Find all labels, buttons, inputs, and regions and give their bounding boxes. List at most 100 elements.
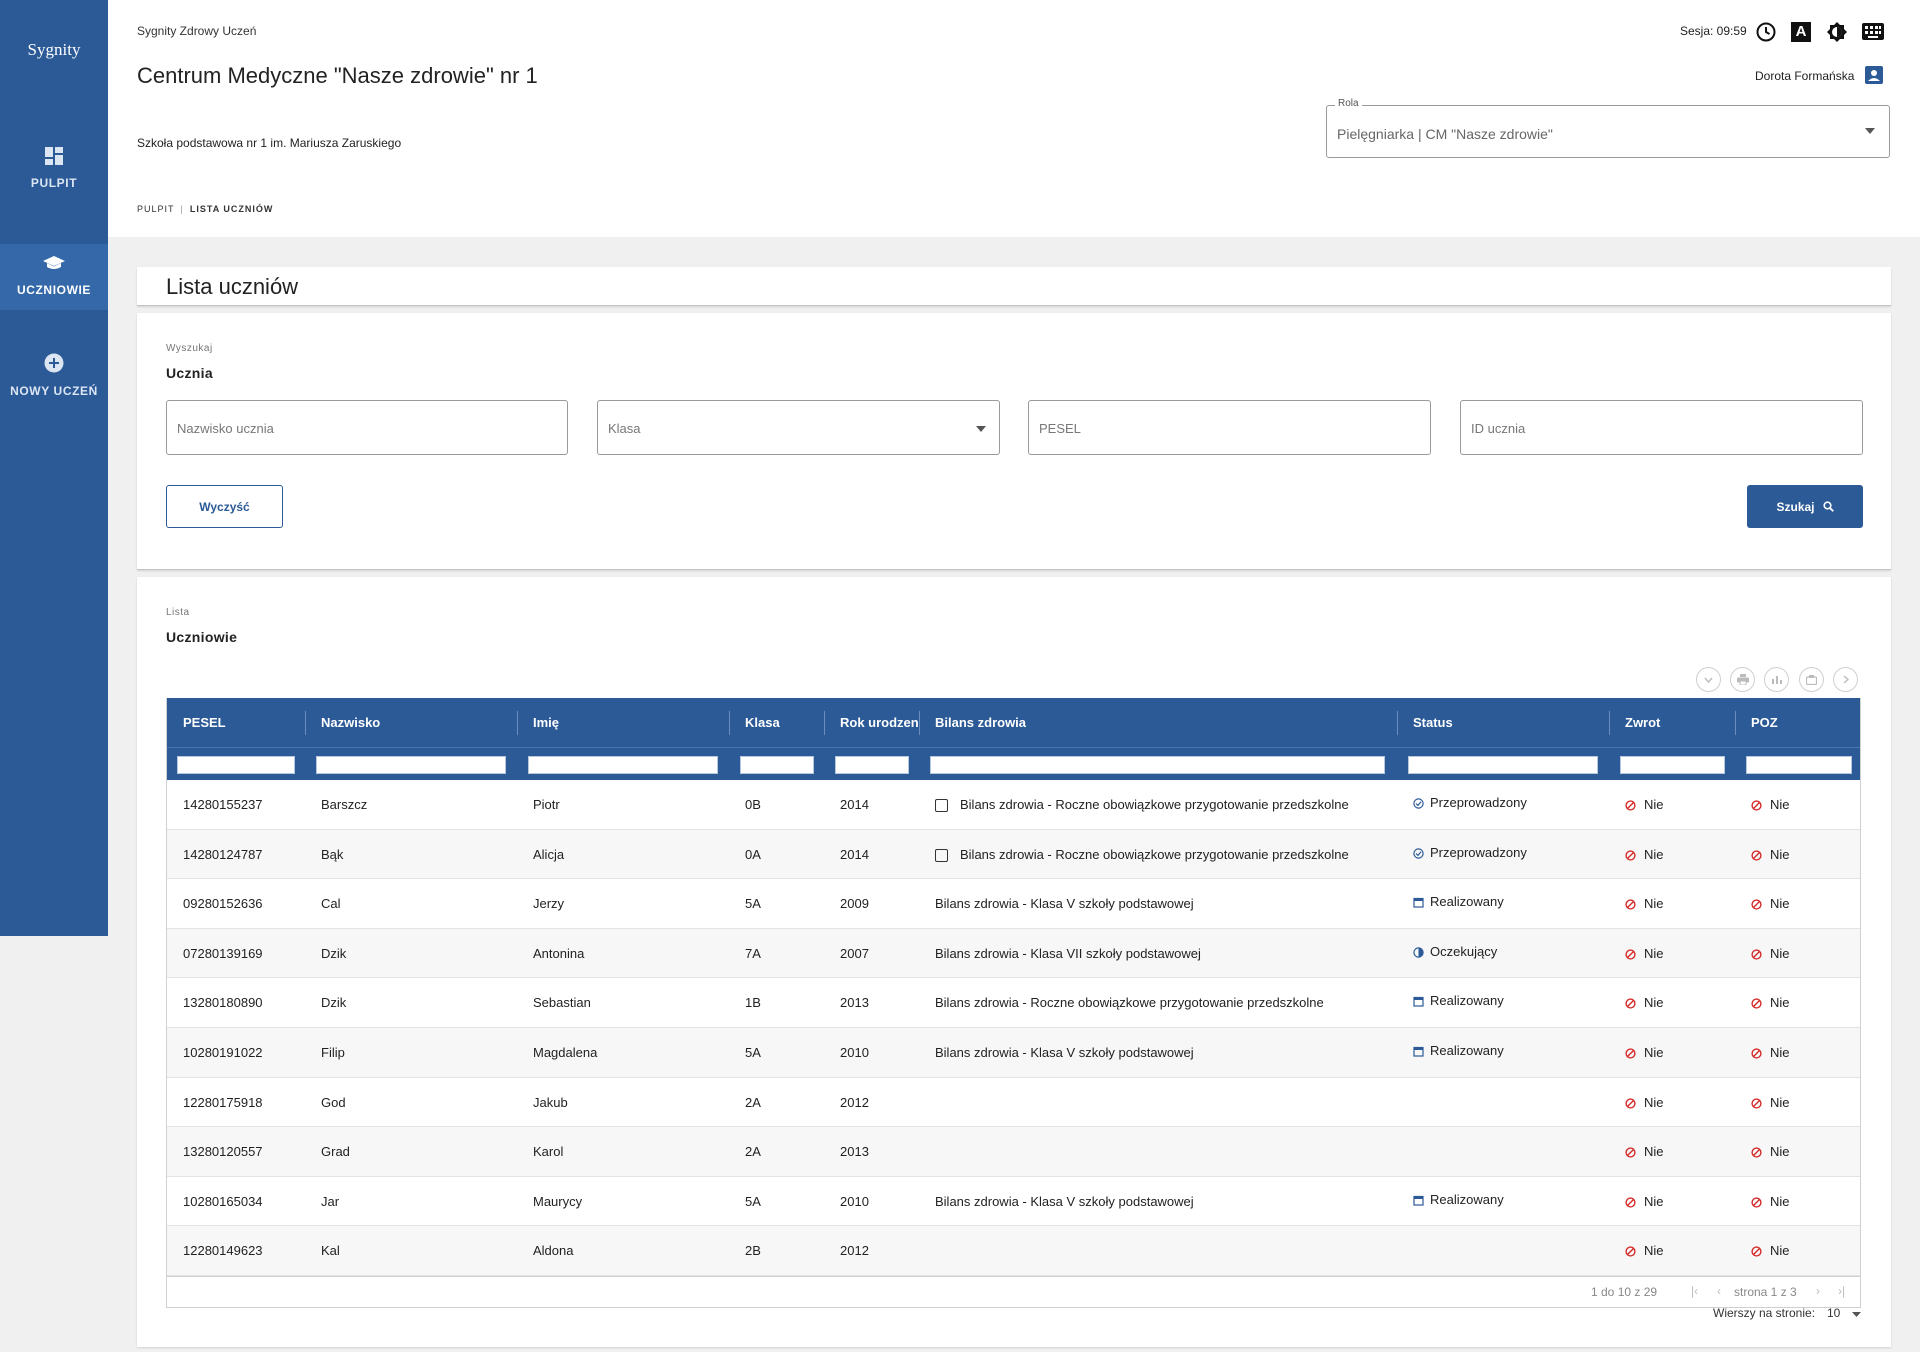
cell-zwrot-text: Nie [1644, 1044, 1664, 1060]
no-icon [1751, 949, 1762, 960]
column-select-icon[interactable] [1696, 667, 1721, 692]
contrast-icon[interactable] [1826, 21, 1848, 43]
cell-birth-year: 2012 [840, 1243, 869, 1259]
column-header-class[interactable]: Klasa [729, 698, 824, 747]
table-row[interactable]: 13280180890 Dzik Sebastian 1B 2013 Bilans zdr… [167, 978, 1860, 1028]
pesel-input[interactable]: PESEL [1028, 400, 1431, 455]
filter-input-surname[interactable] [316, 756, 506, 774]
search-icon [1822, 501, 1834, 512]
calendar-icon [1413, 898, 1424, 908]
sidebar-item-uczniowie[interactable]: UCZNIOWIE [0, 244, 108, 310]
user-account-icon[interactable] [1865, 66, 1883, 84]
filter-input-bilans[interactable] [930, 756, 1385, 774]
previous-page-icon[interactable]: ‹ [1717, 1284, 1721, 1298]
cell-bilans: Bilans zdrowia - Klasa V szkoły podstawo… [919, 1177, 1194, 1226]
cell-birth-year: 2014 [840, 846, 869, 862]
cell-surname: God [321, 1094, 346, 1110]
breadcrumb-item-current: LISTA UCZNIÓW [189, 204, 274, 214]
print-icon[interactable] [1730, 667, 1755, 692]
table-row[interactable]: 09280152636 Cal Jerzy 5A 2009 Bilans zdrowia … [167, 879, 1860, 929]
table-row[interactable]: 10280165034 Jar Maurycy 5A 2010 Bilans zdrowi… [167, 1176, 1860, 1227]
column-header-zwrot[interactable]: Zwrot [1609, 698, 1735, 747]
rows-per-page-select[interactable]: 10 [1827, 1306, 1861, 1320]
cell-class: 0B [745, 797, 761, 812]
cell-pesel: 10280191022 [183, 1044, 263, 1060]
chart-icon[interactable] [1764, 667, 1789, 692]
filter-input-zwrot[interactable] [1620, 756, 1725, 774]
last-page-icon[interactable]: ›| [1838, 1284, 1845, 1298]
font-size-icon[interactable]: A [1791, 22, 1811, 42]
table-row[interactable]: 14280124787 Bąk Alicja 0A 2014 Bilans zdrowia… [167, 829, 1860, 880]
table-row[interactable]: 14280155237 Barszcz Piotr 0B 2014 Bilans zdro… [167, 780, 1860, 830]
cell-birth-year: 2013 [840, 1144, 869, 1160]
search-caption: Wyszukaj [166, 343, 213, 354]
keyboard-icon[interactable] [1862, 23, 1884, 40]
export-icon[interactable] [1799, 667, 1824, 692]
cell-birth-year: 2007 [840, 945, 869, 961]
class-select-placeholder: Klasa [608, 421, 641, 436]
column-header-pesel[interactable]: PESEL [167, 698, 305, 747]
bilans-text: Bilans zdrowia - Roczne obowiązkowe przy… [935, 995, 1324, 1011]
cell-name: Sebastian [533, 995, 591, 1011]
next-arrow-icon[interactable] [1833, 667, 1858, 692]
role-select-label: Rola [1335, 98, 1362, 109]
search-button[interactable]: Szukaj [1747, 485, 1863, 528]
filter-input-poz[interactable] [1746, 756, 1852, 774]
cell-bilans: Bilans zdrowia - Roczne obowiązkowe przy… [919, 978, 1324, 1027]
user-name[interactable]: Dorota Formańska [1755, 69, 1854, 83]
column-header-status[interactable]: Status [1397, 698, 1609, 747]
next-page-icon[interactable]: › [1816, 1284, 1820, 1298]
no-icon [1751, 1098, 1762, 1109]
column-header-surname[interactable]: Nazwisko [305, 698, 517, 747]
role-select[interactable]: Rola Pielęgniarka | CM "Nasze zdrowie" [1326, 98, 1890, 158]
filter-input-name[interactable] [528, 756, 718, 774]
table-row[interactable]: 12280175918 God Jakub 2A 2012 Nie Nie [167, 1077, 1860, 1128]
column-header-name[interactable]: Imię [517, 698, 729, 747]
sidebar-item-pulpit[interactable]: PULPIT [0, 147, 108, 213]
cell-status: Realizowany [1397, 1026, 1504, 1075]
cell-pesel: 09280152636 [183, 896, 263, 912]
cell-poz: Nie [1735, 978, 1790, 1027]
search-heading: Ucznia [166, 365, 213, 381]
sidebar-item-label: NOWY UCZEŃ [10, 384, 98, 398]
column-header-poz[interactable]: POZ [1735, 698, 1862, 747]
cell-surname: Kal [321, 1243, 340, 1259]
cell-poz: Nie [1735, 1127, 1790, 1176]
cell-status: Realizowany [1397, 976, 1504, 1025]
filter-input-birth-year[interactable] [835, 756, 909, 774]
table-row[interactable]: 07280139169 Dzik Antonina 7A 2007 Bilans zdro… [167, 928, 1860, 979]
first-page-icon[interactable]: |‹ [1691, 1284, 1698, 1298]
no-icon [1751, 1246, 1762, 1258]
filter-input-class[interactable] [740, 756, 814, 774]
surname-input[interactable]: Nazwisko ucznia [166, 400, 568, 455]
row-checkbox[interactable] [935, 799, 948, 813]
cell-poz-text: Nie [1770, 1144, 1790, 1160]
table-row[interactable]: 12280149623 Kal Aldona 2B 2012 Nie Nie [167, 1226, 1860, 1276]
breadcrumb-item-pulpit[interactable]: PULPIT [137, 204, 175, 214]
cell-surname: Bąk [321, 846, 344, 862]
table-row[interactable]: 13280120557 Grad Karol 2A 2013 Nie Nie [167, 1127, 1860, 1177]
row-checkbox[interactable] [935, 848, 948, 862]
column-header-birth-year[interactable]: Rok urodzenia [824, 698, 919, 747]
no-icon [1625, 949, 1636, 960]
graduation-cap-icon [43, 256, 65, 269]
rows-per-page-label: Wierszy na stronie: [1713, 1306, 1816, 1320]
sidebar-item-nowy-uczen[interactable]: NOWY UCZEŃ [0, 353, 108, 419]
status-text: Realizowany [1430, 993, 1504, 1009]
column-header-bilans[interactable]: Bilans zdrowia [919, 698, 1397, 747]
clear-button[interactable]: Wyczyść [166, 485, 283, 528]
no-icon [1625, 998, 1636, 1010]
session-timer: Sesja: 09:59 [1680, 24, 1747, 38]
no-icon [1625, 1197, 1636, 1208]
table-footer: 1 do 10 z 29 |‹ ‹ strona 1 z 3 › ›| [167, 1275, 1860, 1307]
clock-icon[interactable] [1756, 22, 1776, 42]
filter-input-status[interactable] [1408, 756, 1598, 774]
cell-status [1397, 1125, 1413, 1174]
no-icon [1751, 1048, 1762, 1059]
filter-input-pesel[interactable] [177, 756, 295, 774]
student-id-input[interactable]: ID ucznia [1460, 400, 1863, 455]
class-select[interactable]: Klasa [597, 400, 1000, 455]
cell-zwrot: Nie [1609, 1127, 1664, 1176]
cell-name: Aldona [533, 1243, 574, 1259]
table-row[interactable]: 10280191022 Filip Magdalena 5A 2010 Bilans zd… [167, 1026, 1860, 1078]
